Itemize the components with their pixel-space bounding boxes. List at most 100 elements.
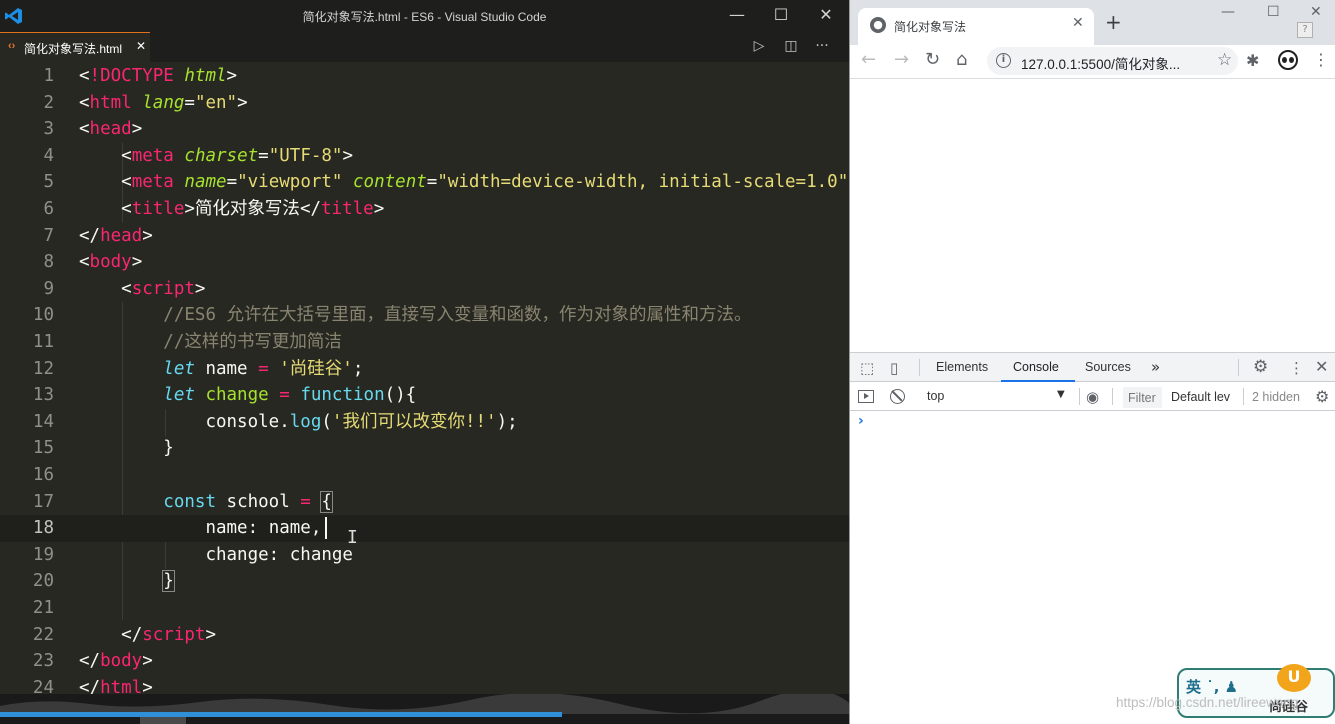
code-line-current: 18 name: name, bbox=[0, 515, 849, 542]
close-window-button[interactable]: ✕ bbox=[1310, 4, 1322, 20]
back-button[interactable]: ← bbox=[861, 50, 876, 70]
close-window-button[interactable]: ✕ bbox=[803, 0, 849, 32]
close-devtools-icon[interactable]: ✕ bbox=[1315, 357, 1328, 376]
more-tabs-icon[interactable]: » bbox=[1151, 358, 1160, 376]
code-line: 16 bbox=[0, 462, 849, 489]
line-number: 6 bbox=[43, 199, 54, 219]
divider bbox=[1238, 359, 1239, 376]
console-filter-input[interactable]: Filter bbox=[1123, 387, 1162, 408]
clear-console-icon[interactable] bbox=[890, 389, 905, 404]
run-icon[interactable]: ▷ bbox=[749, 38, 769, 56]
context-selector[interactable]: top ▼ bbox=[921, 386, 1073, 407]
inspect-element-icon[interactable]: ⬚ bbox=[860, 359, 874, 377]
line-number: 10 bbox=[32, 305, 54, 326]
url-text[interactable]: 127.0.0.1:5500/简化对象... bbox=[1021, 53, 1180, 73]
video-progress-bar[interactable] bbox=[0, 712, 562, 717]
bookmark-star-icon[interactable]: ☆ bbox=[1217, 50, 1232, 70]
browser-tab-title: 简化对象写法 bbox=[894, 20, 967, 34]
brand-logo: U bbox=[1277, 664, 1311, 692]
code-line: 2 <html lang="en"> bbox=[0, 90, 849, 117]
line-number: 16 bbox=[32, 465, 54, 485]
line-number: 18 bbox=[32, 518, 54, 539]
console-toolbar: top ▼ ◉ Filter Default lev 2 hidden ⚙ bbox=[850, 383, 1335, 411]
divider bbox=[1079, 388, 1080, 405]
code-line: 7 </head> bbox=[0, 223, 849, 250]
line-number: 15 bbox=[32, 438, 54, 459]
maximize-button[interactable]: ☐ bbox=[1267, 4, 1280, 20]
code-line: 12 let name = '尚硅谷'; bbox=[0, 356, 849, 383]
ime-status-text: 英 ˙, ♟ bbox=[1186, 678, 1239, 696]
editor-tab-bar: ‹› 简化对象写法.html ✕ ▷ ◫ ··· bbox=[0, 32, 849, 62]
device-toolbar-icon[interactable]: ▯ bbox=[890, 359, 898, 377]
reload-button[interactable]: ↻ bbox=[925, 50, 940, 70]
close-tab-icon[interactable]: ✕ bbox=[1072, 15, 1084, 31]
close-tab-icon[interactable]: ✕ bbox=[136, 39, 146, 53]
console-prompt-icon[interactable]: › bbox=[858, 413, 864, 429]
code-line: 22 </script> bbox=[0, 622, 849, 649]
text-cursor bbox=[325, 517, 327, 540]
browser-tab[interactable]: ● 简化对象写法 ✕ bbox=[858, 8, 1094, 45]
log-levels-dropdown[interactable]: Default lev bbox=[1171, 390, 1230, 404]
line-number: 17 bbox=[32, 491, 54, 512]
devtools-menu-icon[interactable]: ⋮ bbox=[1289, 359, 1304, 377]
line-number: 19 bbox=[32, 544, 54, 565]
console-sidebar-icon[interactable] bbox=[858, 390, 874, 403]
page-viewport[interactable] bbox=[850, 79, 1335, 352]
console-settings-gear-icon[interactable]: ⚙ bbox=[1315, 387, 1329, 406]
split-editor-icon[interactable]: ◫ bbox=[781, 38, 801, 56]
browser-tab-strip: ● 简化对象写法 ✕ + — ☐ ✕ ? bbox=[850, 0, 1335, 45]
editor-tab-html-file[interactable]: ‹› 简化对象写法.html ✕ bbox=[0, 32, 150, 62]
maximize-button[interactable]: ☐ bbox=[758, 0, 804, 32]
code-line: 23 </body> bbox=[0, 648, 849, 675]
minimize-button[interactable]: — bbox=[1221, 4, 1235, 20]
line-number: 12 bbox=[32, 358, 54, 379]
editor-tab-label: 简化对象写法.html bbox=[24, 42, 123, 56]
line-number: 22 bbox=[32, 624, 54, 645]
active-tab-indicator bbox=[1001, 380, 1075, 382]
tab-console[interactable]: Console bbox=[1013, 360, 1059, 374]
code-editor[interactable]: 1 <!DOCTYPE html> 2 <html lang="en"> 3 <hea… bbox=[0, 63, 849, 703]
line-number: 21 bbox=[32, 598, 54, 618]
video-bottom-strip bbox=[0, 694, 849, 724]
minimize-button[interactable]: — bbox=[714, 0, 760, 32]
line-number: 11 bbox=[32, 332, 54, 352]
watermark-text: https://blog.csdn.net/lireewang bbox=[1116, 695, 1299, 710]
home-button[interactable]: ⌂ bbox=[956, 50, 967, 70]
code-line: 10 //ES6 允许在大括号里面，直接写入变量和函数，作为对象的属性和方法。 bbox=[0, 302, 849, 329]
address-bar[interactable]: i 127.0.0.1:5500/简化对象... ☆ bbox=[987, 47, 1238, 75]
code-line: 9 <script> bbox=[0, 276, 849, 303]
line-number: 23 bbox=[32, 651, 54, 672]
help-icon[interactable]: ? bbox=[1297, 22, 1313, 38]
vscode-window: 简化对象写法.html - ES6 - Visual Studio Code —… bbox=[0, 0, 849, 724]
chrome-window: ● 简化对象写法 ✕ + — ☐ ✕ ? ← → ↻ ⌂ i 127.0.0.1… bbox=[849, 0, 1335, 724]
profile-avatar-icon[interactable] bbox=[1278, 50, 1298, 70]
code-line: 17 const school = { bbox=[0, 489, 849, 516]
code-line: 6 <title>简化对象写法</title> bbox=[0, 196, 849, 223]
extensions-icon[interactable]: ✱ bbox=[1246, 51, 1259, 70]
new-tab-button[interactable]: + bbox=[1105, 12, 1122, 32]
code-line: 4 <meta charset="UTF-8"> bbox=[0, 143, 849, 170]
settings-gear-icon[interactable]: ⚙ bbox=[1253, 357, 1268, 377]
scroll-thumb[interactable] bbox=[140, 717, 186, 724]
line-number: 5 bbox=[43, 172, 54, 193]
tab-sources[interactable]: Sources bbox=[1085, 360, 1131, 374]
divider bbox=[1243, 388, 1244, 405]
live-expression-eye-icon[interactable]: ◉ bbox=[1086, 388, 1099, 406]
line-number: 2 bbox=[43, 92, 54, 113]
line-number: 14 bbox=[32, 411, 54, 432]
code-line: 1 <!DOCTYPE html> bbox=[0, 63, 849, 90]
decorative-wave bbox=[0, 694, 849, 714]
chrome-menu-icon[interactable]: ⋮ bbox=[1313, 50, 1329, 69]
tab-elements[interactable]: Elements bbox=[936, 360, 988, 374]
ime-toolbar[interactable]: 英 ˙, ♟ U 尚硅谷 bbox=[1177, 664, 1335, 718]
devtools-tab-bar: ⬚ ▯ Elements Console Sources » ⚙ ⋮ ✕ bbox=[850, 353, 1335, 382]
code-line: 20 } bbox=[0, 568, 849, 595]
site-info-icon[interactable]: i bbox=[996, 53, 1011, 68]
line-number: 9 bbox=[43, 278, 54, 299]
forward-button[interactable]: → bbox=[894, 50, 909, 70]
more-actions-icon[interactable]: ··· bbox=[812, 38, 832, 56]
code-line: 14 console.log('我们可以改变你!!'); bbox=[0, 409, 849, 436]
browser-toolbar: ← → ↻ ⌂ i 127.0.0.1:5500/简化对象... ☆ ✱ ⋮ bbox=[850, 45, 1335, 79]
code-line: 15 } bbox=[0, 435, 849, 462]
vscode-titlebar: 简化对象写法.html - ES6 - Visual Studio Code —… bbox=[0, 0, 849, 32]
